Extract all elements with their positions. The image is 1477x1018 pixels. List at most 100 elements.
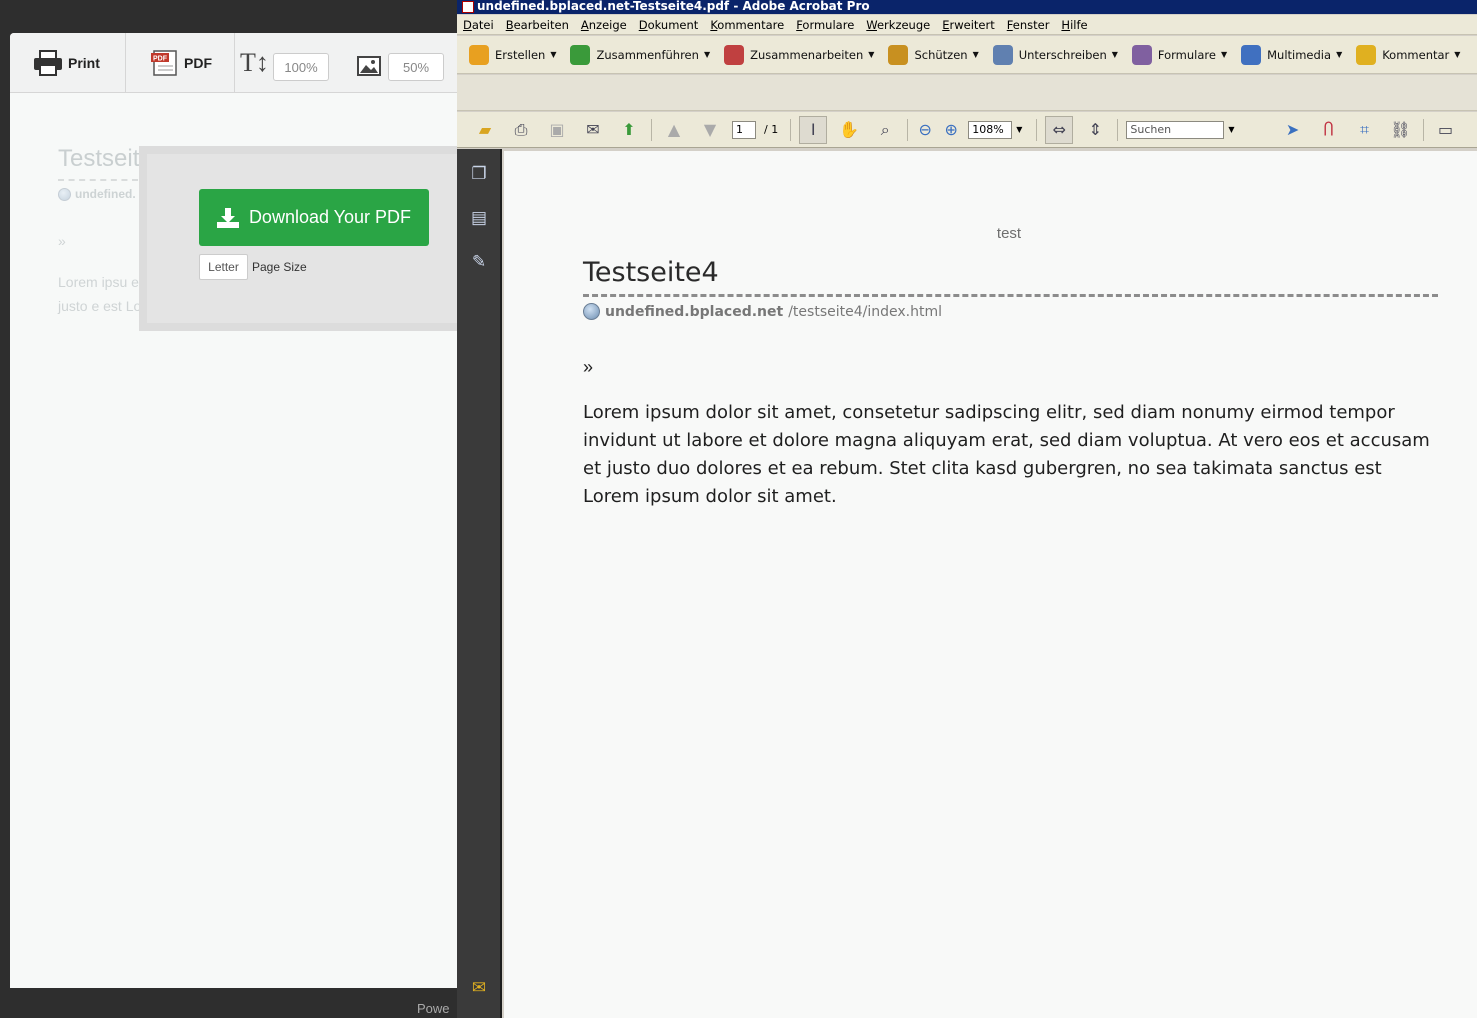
document-url: undefined.bplaced.net/testseite4/index.h… <box>583 303 942 320</box>
open-folder-icon[interactable]: ▰ <box>471 116 499 144</box>
chevron-down-icon: ▼ <box>972 50 979 59</box>
navigation-sidebar: ❐ ▤ ✎ ✉ <box>457 149 502 1018</box>
task-zusammenarbeiten[interactable]: Zusammenarbeiten ▼ <box>724 44 875 65</box>
page-total: / 1 <box>764 123 779 136</box>
crop-icon[interactable]: ⌗ <box>1351 116 1379 144</box>
comment-icon <box>1356 44 1377 65</box>
task-erstellen[interactable]: Erstellen ▼ <box>469 44 557 65</box>
preview-url: undefined. <box>58 187 136 201</box>
fit-page-icon[interactable]: ⇕ <box>1081 116 1109 144</box>
create-icon <box>469 44 489 65</box>
navigation-toolbar: ▰ ⎙ ▣ ✉ ⬆ ▲ ▼ 1 / 1 I ✋ ⌕ ⊖ ⊕ 108% ▼ ⇔ ⇕… <box>457 112 1477 148</box>
menu-bearbeiten[interactable]: Bearbeiten <box>506 18 569 32</box>
signatures-icon[interactable]: ✎ <box>468 251 490 273</box>
document-url-domain: undefined.bplaced.net <box>605 303 784 320</box>
printfriendly-panel: Print PDF PDF T↕ 100% 50% Testseit undef… <box>0 0 457 1018</box>
text-field-icon[interactable]: ▭ <box>1432 116 1460 144</box>
title-bar: undefined.bplaced.net-Testseite4.pdf - A… <box>457 0 1477 14</box>
chevron-down-icon: ▼ <box>868 50 875 59</box>
pdf-icon: PDF <box>151 50 177 76</box>
separator <box>1117 118 1119 141</box>
page-size-select[interactable]: Letter <box>199 254 248 280</box>
menu-formulare[interactable]: Formulare <box>796 18 854 32</box>
chevron-down-icon: ▼ <box>1111 50 1118 59</box>
task-zusammenfuehren[interactable]: Zusammenführen ▼ <box>570 44 711 65</box>
email-icon[interactable]: ✉ <box>579 116 607 144</box>
pdf-label: PDF <box>184 55 212 71</box>
print-icon[interactable]: ⎙ <box>507 116 535 144</box>
text-select-icon[interactable]: I <box>799 115 828 144</box>
select-arrow-icon[interactable]: ➤ <box>1279 116 1307 144</box>
zoom-tool-icon[interactable]: ⌕ <box>871 116 899 144</box>
next-page-icon[interactable]: ▼ <box>696 116 724 144</box>
document-url-path: /testseite4/index.html <box>788 303 942 320</box>
collaborate-icon <box>724 44 745 65</box>
menu-hilfe[interactable]: Hilfe <box>1061 18 1087 32</box>
pages-icon[interactable]: ❐ <box>468 163 490 185</box>
separator <box>651 118 652 141</box>
preview-raquo: » <box>58 233 66 249</box>
task-multimedia[interactable]: Multimedia ▼ <box>1241 44 1343 65</box>
task-label: Schützen <box>914 47 968 62</box>
menu-kommentare[interactable]: Kommentare <box>710 18 784 32</box>
comments-icon[interactable]: ✉ <box>468 977 490 999</box>
task-formulare[interactable]: Formulare ▼ <box>1131 44 1227 65</box>
task-kommentar[interactable]: Kommentar ▼ <box>1356 44 1461 65</box>
text-size-input[interactable]: 100% <box>273 53 329 81</box>
print-button[interactable]: Print <box>10 33 126 93</box>
menu-dokument[interactable]: Dokument <box>639 18 699 32</box>
menu-datei[interactable]: Datei <box>463 18 494 32</box>
image-size-icon <box>357 56 381 76</box>
search-input[interactable]: Suchen <box>1126 120 1225 139</box>
powered-by-text: Powe <box>417 1001 450 1016</box>
chevron-down-icon: ▼ <box>1336 50 1343 59</box>
document-pane: test Testseite4 undefined.bplaced.net/te… <box>504 151 1477 1018</box>
pdf-button[interactable]: PDF PDF <box>126 33 235 93</box>
chevron-down-icon: ▼ <box>703 50 711 59</box>
chevron-down-icon[interactable]: ▼ <box>1016 125 1022 134</box>
menu-fenster[interactable]: Fenster <box>1007 18 1050 32</box>
preview-url-text: undefined. <box>75 187 136 201</box>
preview-title: Testseit <box>58 145 140 172</box>
download-pdf-button[interactable]: Download Your PDF <box>199 189 429 246</box>
menu-anzeige[interactable]: Anzeige <box>581 18 627 32</box>
zoom-out-icon[interactable]: ⊖ <box>916 116 934 144</box>
text-size-icon: T↕ <box>240 48 269 77</box>
task-unterschreiben[interactable]: Unterschreiben ▼ <box>992 44 1118 65</box>
previous-page-icon[interactable]: ▲ <box>660 116 688 144</box>
page-number-input[interactable]: 1 <box>732 120 756 139</box>
document-body: Lorem ipsum dolor sit amet, consetetur s… <box>583 402 1430 507</box>
tasks-toolbar: Erstellen ▼ Zusammenführen ▼ Zusammenarbei… <box>457 36 1477 74</box>
screen: Print PDF PDF T↕ 100% 50% Testseit undef… <box>0 0 1477 1018</box>
task-label: Formulare <box>1157 47 1216 62</box>
window-title: undefined.bplaced.net-Testseite4.pdf - A… <box>477 0 870 13</box>
menu-erweitert[interactable]: Erweitert <box>942 18 995 32</box>
separator <box>1422 118 1424 141</box>
task-label: Multimedia <box>1267 47 1332 62</box>
chevron-down-icon: ▼ <box>1454 50 1461 59</box>
printfriendly-window: Print PDF PDF T↕ 100% 50% Testseit undef… <box>10 33 457 988</box>
task-label: Zusammenführen <box>596 47 699 62</box>
upload-icon[interactable]: ⬆ <box>615 116 643 144</box>
chevron-down-icon[interactable]: ▼ <box>1228 125 1234 134</box>
document-divider <box>583 294 1438 297</box>
bookmarks-icon[interactable]: ▤ <box>468 207 490 229</box>
task-schuetzen[interactable]: Schützen ▼ <box>888 44 979 65</box>
image-size-input[interactable]: 50% <box>388 53 444 81</box>
zoom-input[interactable]: 108% <box>968 120 1013 139</box>
acrobat-window: undefined.bplaced.net-Testseite4.pdf - A… <box>457 0 1477 1018</box>
acrobat-app-icon <box>462 1 474 13</box>
separator <box>1036 118 1038 141</box>
document-title: Testseite4 <box>583 257 719 288</box>
chevron-down-icon: ▼ <box>550 50 557 59</box>
menu-werkzeuge[interactable]: Werkzeuge <box>866 18 930 32</box>
save-icon[interactable]: ▣ <box>543 116 571 144</box>
globe-icon <box>58 187 71 201</box>
link-icon[interactable]: ⛓ <box>1387 116 1415 144</box>
print-label: Print <box>68 55 100 71</box>
download-icon <box>216 207 239 228</box>
zoom-in-icon[interactable]: ⊕ <box>942 116 960 144</box>
magnet-icon[interactable]: Ⴖ <box>1315 116 1343 144</box>
hand-icon[interactable]: ✋ <box>835 116 863 144</box>
fit-width-icon[interactable]: ⇔ <box>1045 115 1074 144</box>
